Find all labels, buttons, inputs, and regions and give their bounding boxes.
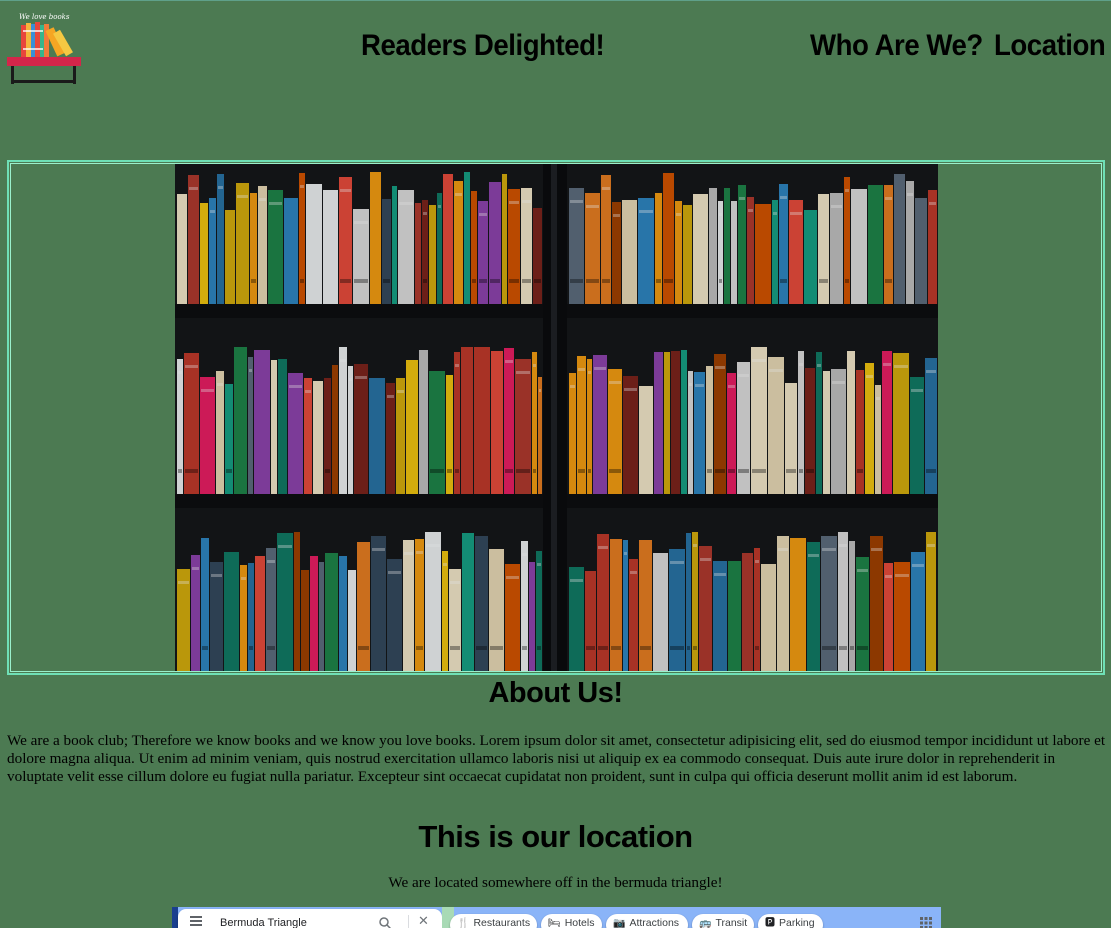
- bed-icon: 🛏: [548, 918, 561, 928]
- chip-label: Hotels: [564, 917, 595, 928]
- nav-readers-delighted[interactable]: Readers Delighted!: [361, 29, 605, 63]
- chip-label: Transit: [715, 917, 748, 928]
- search-divider: [408, 915, 409, 928]
- map-embed[interactable]: Bermuda Triangle ✕ 🍴 Restaurants 🛏 Hotels …: [172, 907, 941, 928]
- chip-hotels[interactable]: 🛏 Hotels: [541, 914, 602, 928]
- about-title: About Us!: [488, 677, 623, 709]
- chip-label: Restaurants: [473, 917, 531, 928]
- chip-restaurants[interactable]: 🍴 Restaurants: [450, 914, 537, 928]
- map-search-box[interactable]: Bermuda Triangle ✕: [178, 909, 442, 928]
- map-search-input[interactable]: Bermuda Triangle: [220, 917, 307, 928]
- menu-icon[interactable]: [190, 916, 202, 928]
- hero-image-frame: [7, 160, 1105, 675]
- books-logo[interactable]: We love books: [7, 10, 83, 86]
- restaurant-icon: 🍴: [457, 918, 470, 928]
- site-header: We love books Readers Delighted! Who Are…: [0, 1, 1111, 101]
- camera-icon: 📷: [613, 918, 626, 928]
- bus-icon: 🚌: [699, 918, 712, 928]
- chip-label: Parking: [779, 917, 815, 928]
- parking-icon: 🅿: [765, 918, 775, 928]
- location-text: We are located somewhere off in the berm…: [388, 874, 723, 891]
- search-icon[interactable]: [378, 916, 392, 928]
- about-text: We are a book club; Therefore we know bo…: [7, 732, 1106, 785]
- location-title: This is our location: [418, 819, 693, 854]
- close-icon[interactable]: ✕: [418, 915, 432, 928]
- apps-grid-icon[interactable]: [920, 917, 932, 928]
- chip-transit[interactable]: 🚌 Transit: [692, 914, 754, 928]
- bookshelf-image: [175, 164, 938, 671]
- nav-location[interactable]: Location: [994, 29, 1106, 63]
- chip-parking[interactable]: 🅿 Parking: [758, 914, 823, 928]
- chip-attractions[interactable]: 📷 Attractions: [606, 914, 688, 928]
- chip-label: Attractions: [629, 917, 680, 928]
- nav-who-are-we[interactable]: Who Are We?: [810, 29, 983, 63]
- logo-text: We love books: [19, 13, 70, 21]
